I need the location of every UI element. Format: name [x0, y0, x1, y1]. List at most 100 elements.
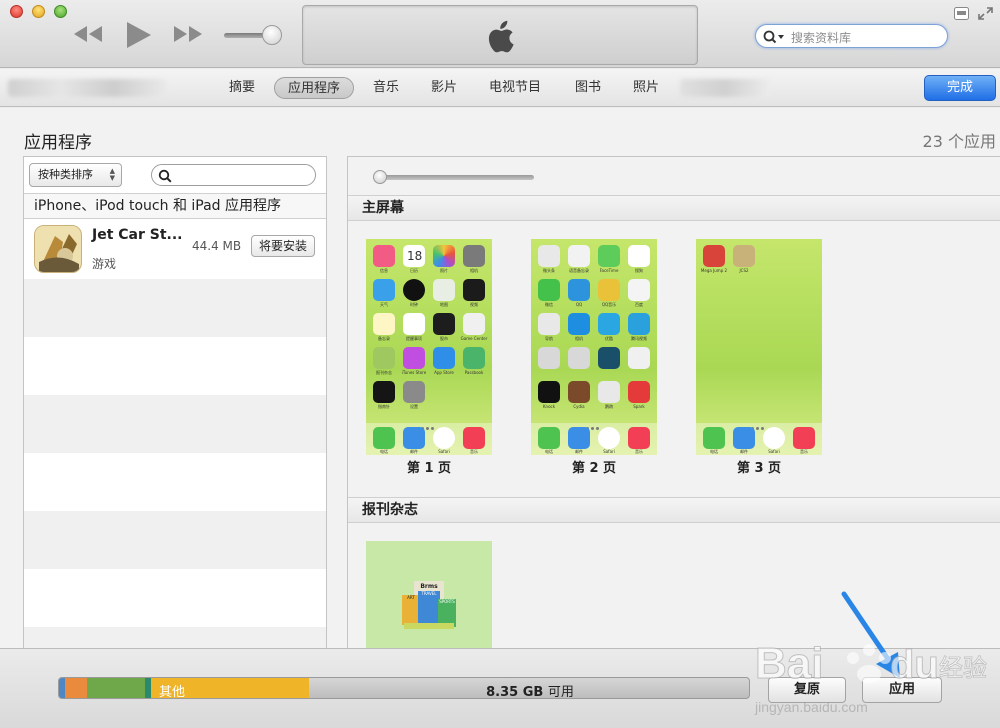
baidu-app-icon[interactable]	[628, 279, 650, 301]
minimize-window-button[interactable]	[32, 5, 45, 18]
apple-logo-icon	[485, 20, 515, 58]
icon-label: FaceTime	[599, 268, 619, 273]
sogou-app-icon[interactable]	[628, 245, 650, 267]
safari-app-icon[interactable]	[598, 427, 620, 449]
empty-row	[24, 395, 326, 453]
icon-label: 腾讯视频	[631, 336, 647, 341]
zoom-slider-knob[interactable]	[373, 170, 387, 184]
reminders-app-icon[interactable]	[403, 313, 425, 335]
svg-text:Bai: Bai	[755, 639, 823, 688]
videos-app-icon[interactable]	[463, 279, 485, 301]
mail-app-icon[interactable]	[403, 427, 425, 449]
passbook-app-icon[interactable]	[463, 347, 485, 369]
clock-app-icon[interactable]	[403, 279, 425, 301]
page-2-label: 第 2 页	[571, 461, 617, 476]
music-app-icon[interactable]	[463, 427, 485, 449]
tab-photos[interactable]: 照片	[624, 77, 668, 99]
compass-app-icon[interactable]	[373, 381, 395, 403]
icon-label: 邮件	[740, 449, 748, 454]
app-icon[interactable]	[628, 347, 650, 369]
music-app-icon[interactable]	[793, 427, 815, 449]
mail-app-icon[interactable]	[733, 427, 755, 449]
weather-app-icon[interactable]	[373, 279, 395, 301]
safari-app-icon[interactable]	[433, 427, 455, 449]
camera-app-icon[interactable]	[463, 245, 485, 267]
icon-label: 语音备忘录	[569, 268, 589, 273]
music-app-icon[interactable]	[628, 427, 650, 449]
spark-app-icon[interactable]	[628, 381, 650, 403]
newsstand-folder[interactable]: Brms ART TRAVEL SPORTS	[366, 541, 492, 651]
photos-app-icon[interactable]	[433, 245, 455, 267]
tab-apps[interactable]: 应用程序	[274, 77, 354, 99]
app-icon[interactable]	[598, 347, 620, 369]
fast-forward-icon[interactable]	[172, 24, 204, 44]
phone-app-icon[interactable]	[373, 427, 395, 449]
qq-app-icon[interactable]	[568, 279, 590, 301]
phone-app-icon[interactable]	[703, 427, 725, 449]
app-icon[interactable]	[538, 347, 560, 369]
icon-label: App Store	[434, 370, 454, 375]
home-page-3[interactable]: Mega Jump 2 JCS2 电话 邮件 Safari 音乐	[696, 239, 822, 455]
tab-movies[interactable]: 影片	[422, 77, 466, 99]
calendar-app-icon[interactable]: 18	[403, 245, 425, 267]
home-screen-header: 主屏幕	[348, 195, 1000, 221]
jcs2-app-icon[interactable]	[733, 245, 755, 267]
app-store-app-icon[interactable]	[433, 347, 455, 369]
icon-label: 音乐	[470, 449, 478, 454]
youku-app-icon[interactable]	[598, 313, 620, 335]
tab-summary[interactable]: 摘要	[220, 77, 264, 99]
tab-tv-shows[interactable]: 电视节目	[480, 77, 550, 99]
icon-label: 时钟	[410, 302, 418, 307]
page-1-label: 第 1 页	[406, 461, 452, 476]
icon-label: 报刊杂志	[376, 370, 392, 375]
newsstand-app-icon[interactable]	[373, 347, 395, 369]
jet-car-app-icon	[34, 225, 82, 273]
navigation-app-icon[interactable]	[538, 313, 560, 335]
zoom-slider-track[interactable]	[376, 175, 534, 180]
mega-jump-app-icon[interactable]	[703, 245, 725, 267]
qq-music-app-icon[interactable]	[598, 279, 620, 301]
sort-label: 按种类排序	[38, 168, 93, 181]
app-row[interactable]: Jet Car St... 游戏 44.4 MB 将要安装	[24, 219, 326, 279]
tencent-video-app-icon[interactable]	[628, 313, 650, 335]
parrot-app-icon[interactable]	[598, 381, 620, 403]
notes-app-icon[interactable]	[373, 313, 395, 335]
rewind-icon[interactable]	[72, 24, 104, 44]
tab-books[interactable]: 图书	[566, 77, 610, 99]
sort-dropdown[interactable]: 按种类排序 ▲ ▼	[29, 163, 122, 187]
wechat-app-icon[interactable]	[538, 279, 560, 301]
icon-label: Cydia	[573, 404, 585, 409]
zoom-window-button[interactable]	[54, 5, 67, 18]
library-search-field[interactable]: 搜索资料库	[755, 24, 948, 48]
voice-memos-app-icon[interactable]	[568, 245, 590, 267]
home-page-2[interactable]: 微头条 语音备忘录 FaceTime 搜狗 微信 QQ QQ音乐 百度 导航 相…	[531, 239, 657, 455]
play-icon[interactable]	[124, 20, 152, 50]
mini-player-icon[interactable]	[954, 5, 969, 20]
close-window-button[interactable]	[10, 5, 23, 18]
app-search-field[interactable]	[151, 164, 316, 186]
home-page-1[interactable]: 信息 18 日历 照片 相机 天气 时钟 地图 视频 备忘录 提醒事项 股市 G…	[366, 239, 492, 455]
phone-app-icon[interactable]	[538, 427, 560, 449]
game-center-app-icon[interactable]	[463, 313, 485, 335]
facetime-app-icon[interactable]	[598, 245, 620, 267]
maps-app-icon[interactable]	[433, 279, 455, 301]
app-icon[interactable]	[568, 347, 590, 369]
stocks-app-icon[interactable]	[433, 313, 455, 335]
capacity-bar: 其他 8.35 GB 可用	[58, 677, 750, 699]
mail-app-icon[interactable]	[568, 427, 590, 449]
micro-headline-app-icon[interactable]	[538, 245, 560, 267]
camera-app-icon[interactable]	[568, 313, 590, 335]
tab-music[interactable]: 音乐	[364, 77, 408, 99]
icon-label: JCS2	[739, 268, 749, 273]
done-button[interactable]: 完成	[924, 75, 996, 101]
icon-label: 相机	[575, 336, 583, 341]
itunes-store-app-icon[interactable]	[403, 347, 425, 369]
messages-app-icon[interactable]	[373, 245, 395, 267]
knock-app-icon[interactable]	[538, 381, 560, 403]
cydia-app-icon[interactable]	[568, 381, 590, 403]
fullscreen-icon[interactable]	[978, 5, 993, 20]
safari-app-icon[interactable]	[763, 427, 785, 449]
volume-slider-knob[interactable]	[262, 25, 282, 45]
will-install-button[interactable]: 将要安装	[251, 235, 315, 257]
settings-app-icon[interactable]	[403, 381, 425, 403]
